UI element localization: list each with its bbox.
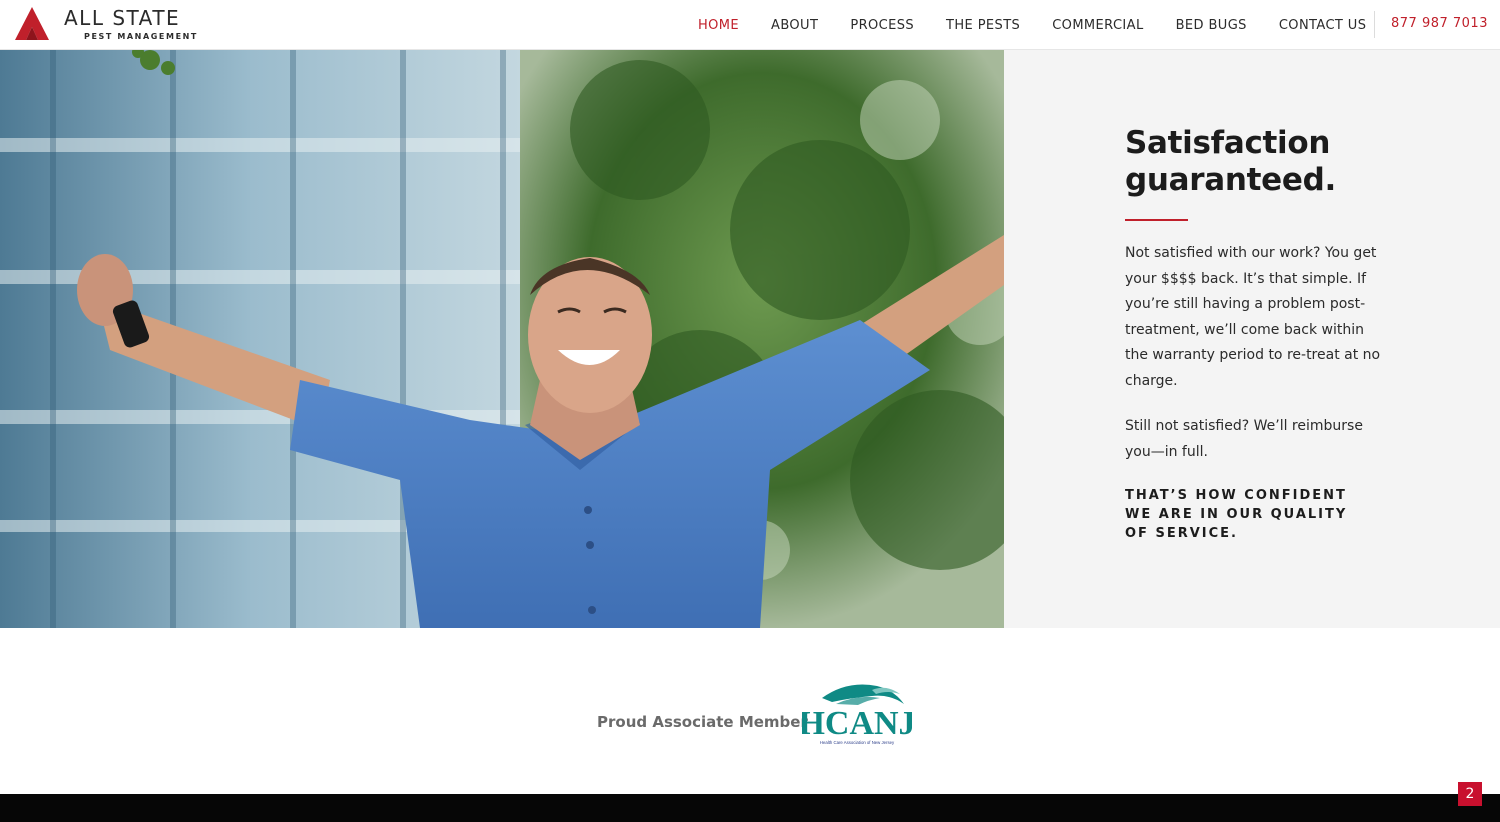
membership-section: Proud Associate Member HCANJ Health Care…	[0, 628, 1500, 794]
site-header: ALL STATE PEST MANAGEMENT HOME ABOUT PRO…	[0, 0, 1500, 50]
nav-the-pests[interactable]: THE PESTS	[946, 18, 1020, 33]
brand-tagline: PEST MANAGEMENT	[84, 32, 198, 41]
main-nav: HOME ABOUT PROCESS THE PESTS COMMERCIAL …	[682, 0, 1382, 50]
hcanj-logo-text: HCANJ	[802, 705, 912, 742]
brand-logo[interactable]: ALL STATE PEST MANAGEMENT	[14, 6, 198, 44]
nav-commercial[interactable]: COMMERCIAL	[1052, 18, 1143, 33]
nav-divider	[1374, 11, 1375, 38]
logo-mark-icon	[15, 7, 49, 40]
hero-photo	[0, 50, 1004, 628]
title-underline	[1125, 219, 1188, 221]
satisfaction-paragraph-1: Not satisfied with our work? You get you…	[1125, 245, 1381, 389]
hcanj-logo[interactable]: HCANJ Health Care Association of New Jer…	[802, 672, 912, 748]
satisfaction-title: Satisfaction guaranteed.	[1125, 125, 1336, 198]
nav-home[interactable]: HOME	[698, 18, 739, 33]
footer-bar	[0, 794, 1500, 822]
nav-contact-us[interactable]: CONTACT US	[1279, 18, 1367, 33]
notification-badge[interactable]: 2	[1458, 782, 1482, 806]
satisfaction-panel: Satisfaction guaranteed. Not satisfied w…	[1004, 50, 1500, 628]
nav-about[interactable]: ABOUT	[771, 18, 818, 33]
satisfaction-closing: THAT’S HOW CONFIDENT WE ARE IN OUR QUALI…	[1125, 488, 1348, 541]
brand-name: ALL STATE	[64, 6, 181, 30]
hero-illustration	[0, 50, 1004, 628]
satisfaction-paragraph-2: Still not satisfied? We’ll reimburse you…	[1125, 418, 1363, 460]
hcanj-logo-subtext: Health Care Association of New Jersey	[820, 740, 895, 745]
membership-label: Proud Associate Member	[597, 713, 808, 731]
nav-process[interactable]: PROCESS	[850, 18, 914, 33]
nav-bed-bugs[interactable]: BED BUGS	[1176, 18, 1247, 33]
phone-link[interactable]: 877 987 7013	[1391, 16, 1488, 31]
